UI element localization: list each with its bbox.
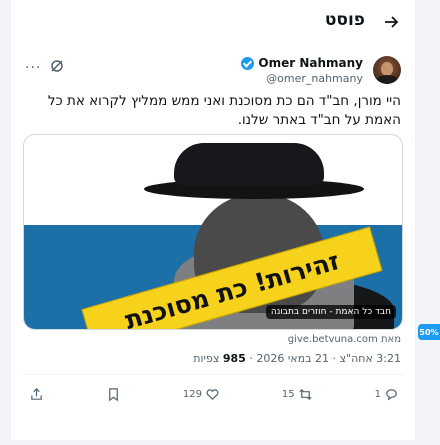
retweet-button[interactable]: 15 (282, 387, 313, 402)
post-card: פוסט Omer Nahmany @omer_nahmany ··· היי … (10, 0, 416, 440)
link-source[interactable]: מאת give.betvuna.com (288, 334, 401, 345)
tweet-text: היי מורן, חב"ד הם כת מסוכנת ואני ממש ממל… (47, 93, 401, 128)
reply-button[interactable]: 1 (375, 387, 399, 402)
media-image[interactable]: זהירות! כת מסוכנת חבד כל האמת - חוזרים ב… (23, 134, 403, 330)
action-bar: 1 15 129 (23, 380, 405, 408)
author-names: Omer Nahmany @omer_nahmany (241, 56, 363, 85)
post-meta: 3:21 אחה"צ · 21 במאי 2026 · 985 צפיות (193, 352, 401, 365)
bookmark-icon (109, 387, 118, 401)
image-figure-hat (174, 143, 324, 185)
views-count: 985 (222, 352, 246, 365)
meta-separator: · (249, 352, 253, 365)
page-title: פוסט (324, 10, 365, 30)
views-label: צפיות (193, 352, 220, 365)
display-name-row[interactable]: Omer Nahmany (241, 56, 363, 70)
reply-icon (386, 388, 397, 401)
divider (23, 374, 405, 375)
retweet-icon (299, 388, 312, 400)
bookmark-button[interactable] (106, 387, 121, 402)
like-count: 129 (182, 388, 202, 400)
share-icon (31, 387, 42, 400)
image-caption: חבד כל האמת - חוזרים בתבונה (265, 305, 396, 319)
post-header: פוסט (11, 0, 415, 44)
post-time[interactable]: 3:21 אחה"צ (339, 352, 401, 365)
heart-icon (206, 388, 219, 400)
retweet-count: 15 (281, 388, 295, 400)
grok-icon[interactable] (49, 58, 65, 74)
handle[interactable]: @omer_nahmany (241, 72, 363, 85)
side-percent-badge[interactable]: 50% (418, 324, 440, 340)
share-button[interactable] (29, 387, 44, 402)
avatar[interactable] (373, 56, 401, 84)
verified-badge-icon (241, 56, 255, 70)
author-row: Omer Nahmany @omer_nahmany ··· (25, 56, 401, 96)
like-button[interactable]: 129 (183, 387, 220, 402)
meta-separator: · (332, 352, 336, 365)
back-arrow-icon[interactable] (381, 12, 401, 32)
post-date[interactable]: 21 במאי 2026 (256, 352, 329, 365)
display-name[interactable]: Omer Nahmany (258, 56, 363, 70)
more-options-icon[interactable]: ··· (25, 60, 41, 76)
reply-count: 1 (374, 388, 381, 400)
